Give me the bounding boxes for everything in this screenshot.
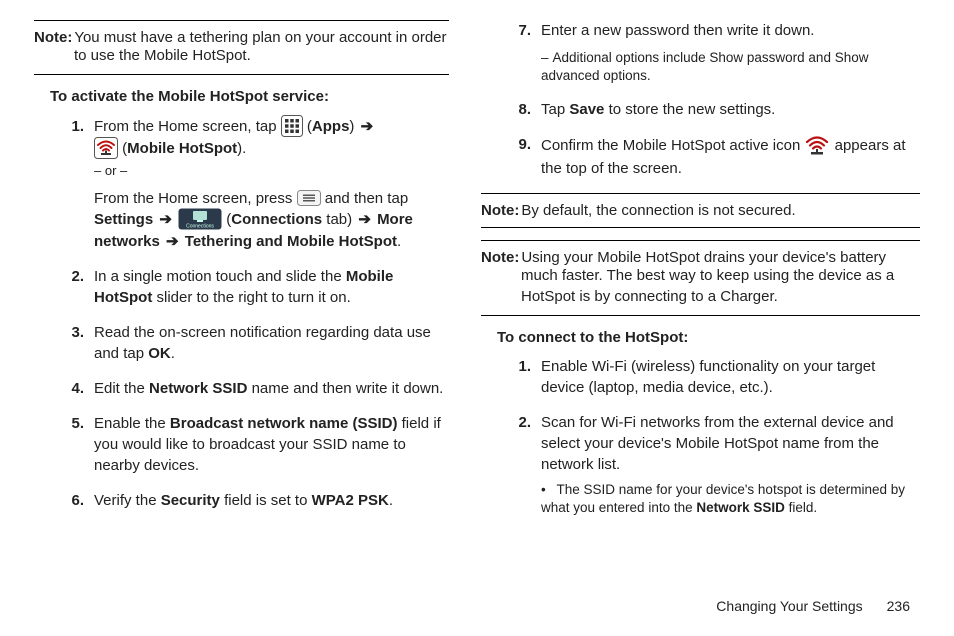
- apps-grid-icon: [281, 115, 303, 137]
- activate-steps-cont: 7. Enter a new password then write it do…: [481, 20, 920, 179]
- page-footer: Changing Your Settings 236: [716, 598, 910, 614]
- step-number: 1.: [50, 116, 84, 137]
- right-column: 7. Enter a new password then write it do…: [477, 20, 920, 626]
- note-label: Note:: [34, 29, 72, 46]
- step-2: 2. In a single motion touch and slide th…: [50, 266, 449, 308]
- connect-step-2-sub: The SSID name for your device's hotspot …: [541, 481, 920, 517]
- note-box-battery: Note:Using your Mobile HotSpot drains yo…: [481, 240, 920, 316]
- connections-tab-icon: Connections: [178, 208, 222, 230]
- left-column: Note:You must have a tethering plan on y…: [34, 20, 477, 626]
- note-label: Note:: [481, 202, 519, 219]
- note-label: Note:: [481, 249, 519, 266]
- footer-page-number: 236: [887, 598, 910, 614]
- step-1-alt: From the Home screen, press and then tap…: [94, 188, 449, 252]
- step-9: 9. Confirm the Mobile HotSpot active ico…: [497, 134, 920, 179]
- connect-steps: 1. Enable Wi-Fi (wireless) functionality…: [481, 356, 920, 517]
- svg-text:Connections: Connections: [186, 223, 214, 229]
- heading-activate: To activate the Mobile HotSpot service:: [50, 87, 449, 107]
- step-7: 7. Enter a new password then write it do…: [497, 20, 920, 85]
- step-7-sub: –Additional options include Show passwor…: [541, 49, 920, 85]
- note-box-unsecured: Note:By default, the connection is not s…: [481, 193, 920, 228]
- step-1: 1. From the Home screen, tap (Apps) ➔ (M…: [50, 116, 449, 252]
- step-6: 6. Verify the Security field is set to W…: [50, 490, 449, 511]
- step-4: 4. Edit the Network SSID name and then w…: [50, 378, 449, 399]
- hotspot-icon: [94, 137, 118, 159]
- connect-step-2: 2. Scan for Wi-Fi networks from the exte…: [497, 412, 920, 517]
- note-text: Note:You must have a tethering plan on y…: [34, 29, 449, 46]
- step-8: 8. Tap Save to store the new settings.: [497, 99, 920, 120]
- step-5: 5. Enable the Broadcast network name (SS…: [50, 413, 449, 476]
- activate-steps: 1. From the Home screen, tap (Apps) ➔ (M…: [34, 116, 449, 511]
- menu-key-icon: [297, 190, 321, 206]
- document-page: Note:You must have a tethering plan on y…: [0, 0, 954, 636]
- note-text-cont: to use the Mobile HotSpot.: [34, 46, 449, 66]
- note-box-tethering: Note:You must have a tethering plan on y…: [34, 20, 449, 75]
- hotspot-active-icon: [804, 133, 830, 157]
- footer-section: Changing Your Settings: [716, 598, 862, 614]
- step-3: 3. Read the on-screen notification regar…: [50, 322, 449, 364]
- heading-connect: To connect to the HotSpot:: [497, 328, 920, 348]
- or-divider: – or –: [94, 162, 449, 180]
- connect-step-1: 1. Enable Wi-Fi (wireless) functionality…: [497, 356, 920, 398]
